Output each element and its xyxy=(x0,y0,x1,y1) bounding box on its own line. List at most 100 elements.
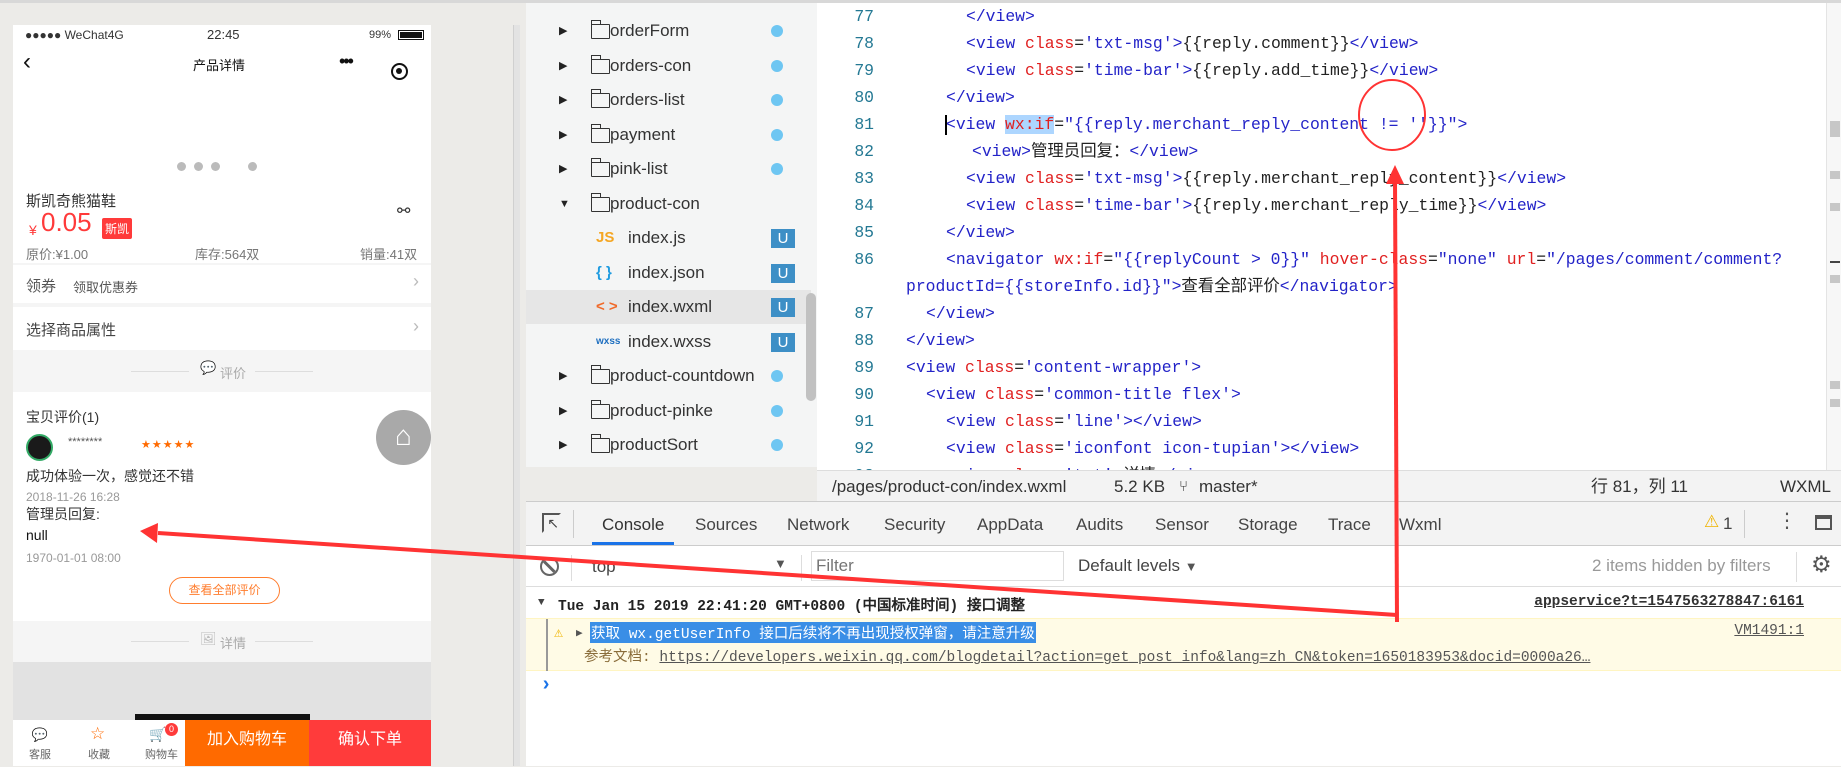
more-options-icon[interactable]: ⋮ xyxy=(1777,508,1797,533)
tree-item[interactable]: JS index.js U xyxy=(526,221,811,255)
warning-icon[interactable]: ⚠ xyxy=(1704,512,1719,532)
coupon-row[interactable]: 领券 领取优惠券 › xyxy=(13,265,431,303)
service-label[interactable]: 客服 xyxy=(29,746,51,762)
tree-item[interactable]: ▶ orders-con xyxy=(526,49,811,83)
caret-right-icon[interactable]: ▶ xyxy=(559,463,567,468)
home-icon[interactable]: ⌂ xyxy=(376,410,431,465)
dock-icon[interactable] xyxy=(1815,515,1832,530)
code-line[interactable]: 82 <view>管理员回复：</view> xyxy=(817,138,1827,165)
cart-label[interactable]: 购物车 xyxy=(145,746,178,762)
tab-wxml[interactable]: Wxml xyxy=(1389,502,1451,545)
code-line[interactable]: 86 <navigator wx:if="{{replyCount > 0}}" … xyxy=(817,246,1827,273)
code-line[interactable]: productId={{storeInfo.id}}">查看全部评价</navi… xyxy=(817,273,1827,300)
caret-right-icon[interactable]: ▶ xyxy=(559,118,567,152)
code-token: = xyxy=(1074,196,1085,215)
caret-right-icon[interactable]: ▶ xyxy=(559,394,567,428)
tab-appdata[interactable]: AppData xyxy=(967,502,1053,545)
more-icon[interactable]: ••• xyxy=(339,51,354,72)
code-editor[interactable]: 77 </view> 78 <view class='txt-msg'>{{reply… xyxy=(817,3,1841,470)
code-line[interactable]: 85 </view> xyxy=(817,219,1827,246)
tree-item[interactable]: ▶ product-pinke xyxy=(526,394,811,428)
code-line[interactable]: 91 <view class='line'></view> xyxy=(817,408,1827,435)
favorite-label[interactable]: 收藏 xyxy=(88,746,110,762)
console-prompt[interactable]: › xyxy=(540,674,552,697)
tree-item[interactable]: { } index.json U xyxy=(526,256,811,290)
code-line[interactable]: 89 <view class='content-wrapper'> xyxy=(817,354,1827,381)
code-token: wx:if xyxy=(1005,115,1055,134)
code-token: = xyxy=(1103,250,1114,269)
tree-item[interactable]: wxss index.wxss U xyxy=(526,325,811,359)
simulator-scrollbar[interactable] xyxy=(513,25,520,766)
tab-sensor[interactable]: Sensor xyxy=(1145,502,1219,545)
warning-count[interactable]: 1 xyxy=(1723,514,1732,534)
caret-right-icon[interactable]: ▶ xyxy=(559,152,567,186)
confirm-order-button[interactable]: 确认下单 xyxy=(309,720,431,766)
code-line[interactable]: 78 <view class='txt-msg'>{{reply.comment}… xyxy=(817,30,1827,57)
tab-security[interactable]: Security xyxy=(874,502,955,545)
favorite-icon[interactable]: ☆ xyxy=(90,724,105,744)
collapse-triangle-icon[interactable]: ▼ xyxy=(538,597,545,609)
code-line[interactable]: 77 </view> xyxy=(817,3,1827,30)
filter-input[interactable] xyxy=(811,551,1064,581)
code-line[interactable]: 90 <view class='common-title flex'> xyxy=(817,381,1827,408)
tab-audits[interactable]: Audits xyxy=(1066,502,1133,545)
code-line[interactable]: 79 <view class='time-bar'>{{reply.add_tim… xyxy=(817,57,1827,84)
close-miniprogram-icon[interactable] xyxy=(391,63,408,80)
caret-right-icon[interactable]: ▶ xyxy=(559,428,567,462)
view-all-reviews-button[interactable]: 查看全部评价 xyxy=(169,577,280,604)
tree-item[interactable]: ▶ productSort xyxy=(526,428,811,462)
console-group-header[interactable]: Tue Jan 15 2019 22:41:20 GMT+0800 (中国标准时… xyxy=(558,594,1025,615)
service-icon[interactable]: 💬 xyxy=(30,727,50,743)
code-line[interactable]: 92 <view class='iconfont icon-tupian'></v… xyxy=(817,435,1827,462)
caret-down-icon[interactable]: ▼ xyxy=(559,187,570,221)
share-icon[interactable]: ⚯ xyxy=(397,201,410,221)
inspect-element-icon[interactable]: ↖ xyxy=(542,513,561,533)
cart-icon[interactable]: 🛒 xyxy=(149,726,166,743)
tree-item[interactable]: ▼ product-con xyxy=(526,187,811,221)
code-line[interactable]: 80 </view> xyxy=(817,84,1827,111)
caret-right-icon[interactable]: ▶ xyxy=(559,14,567,48)
caret-right-icon[interactable]: ▶ xyxy=(559,49,567,83)
warning-source-link[interactable]: VM1491:1 xyxy=(1734,623,1804,639)
tab-network[interactable]: Network xyxy=(777,502,859,545)
tab-sources[interactable]: Sources xyxy=(685,502,767,545)
code-line[interactable]: 83 <view class='txt-msg'>{{reply.merchant… xyxy=(817,165,1827,192)
code-line[interactable]: 93 <view class='txt'>详情</view> xyxy=(817,462,1827,470)
add-to-cart-button[interactable]: 加入购物车 xyxy=(185,720,309,766)
tab-console[interactable]: Console xyxy=(592,502,675,545)
settings-gear-icon[interactable]: ⚙ xyxy=(1811,551,1832,578)
battery-percent: 99% xyxy=(369,29,392,41)
back-icon[interactable]: ‹ xyxy=(23,48,31,76)
code-line[interactable]: 87 </view> xyxy=(817,300,1827,327)
caret-right-icon[interactable]: ▶ xyxy=(559,83,567,117)
tree-item[interactable]: ▶ orderForm xyxy=(526,14,811,48)
context-select[interactable]: top ▼ xyxy=(578,549,798,585)
select-attributes-row[interactable]: 选择商品属性 › xyxy=(13,307,431,350)
group-source-link[interactable]: appservice?t=1547563278847:6161 xyxy=(1534,594,1804,610)
clear-console-icon[interactable] xyxy=(540,557,559,576)
tree-item[interactable]: ▶ promotion-card xyxy=(526,463,811,468)
cursor-position[interactable]: 行 81，列 11 xyxy=(1591,471,1688,502)
tab-trace[interactable]: Trace xyxy=(1318,502,1381,545)
tree-item[interactable]: ▶ pink-list xyxy=(526,152,811,186)
expand-triangle-icon[interactable]: ▶ xyxy=(576,626,583,640)
tree-item[interactable]: ▶ orders-list xyxy=(526,83,811,117)
tree-item[interactable]: < > index.wxml U xyxy=(526,290,811,324)
carousel-indicator[interactable] xyxy=(177,162,257,171)
git-branch[interactable]: master* xyxy=(1199,471,1258,502)
code-line[interactable]: 88 </view> xyxy=(817,327,1827,354)
editor-scrollbar[interactable] xyxy=(1826,3,1841,470)
log-levels-select[interactable]: Default levels ▼ xyxy=(1078,556,1198,576)
code-token: class xyxy=(965,358,1015,377)
doc-link[interactable]: https://developers.weixin.qq.com/blogdet… xyxy=(659,650,1590,666)
code-line[interactable]: 81 <view wx:if="{{reply.merchant_reply_co… xyxy=(817,111,1827,138)
tree-item[interactable]: ▶ product-countdown xyxy=(526,359,811,393)
tree-item[interactable]: ▶ payment xyxy=(526,118,811,152)
code-line[interactable]: 84 <view class='time-bar'>{{reply.merchan… xyxy=(817,192,1827,219)
language-mode[interactable]: WXML xyxy=(1780,471,1831,502)
code-token: </view> xyxy=(966,7,1035,26)
tab-storage[interactable]: Storage xyxy=(1228,502,1308,545)
caret-right-icon[interactable]: ▶ xyxy=(559,359,567,393)
code-token: > xyxy=(1172,169,1183,188)
file-tree-scrollbar[interactable] xyxy=(806,293,816,401)
